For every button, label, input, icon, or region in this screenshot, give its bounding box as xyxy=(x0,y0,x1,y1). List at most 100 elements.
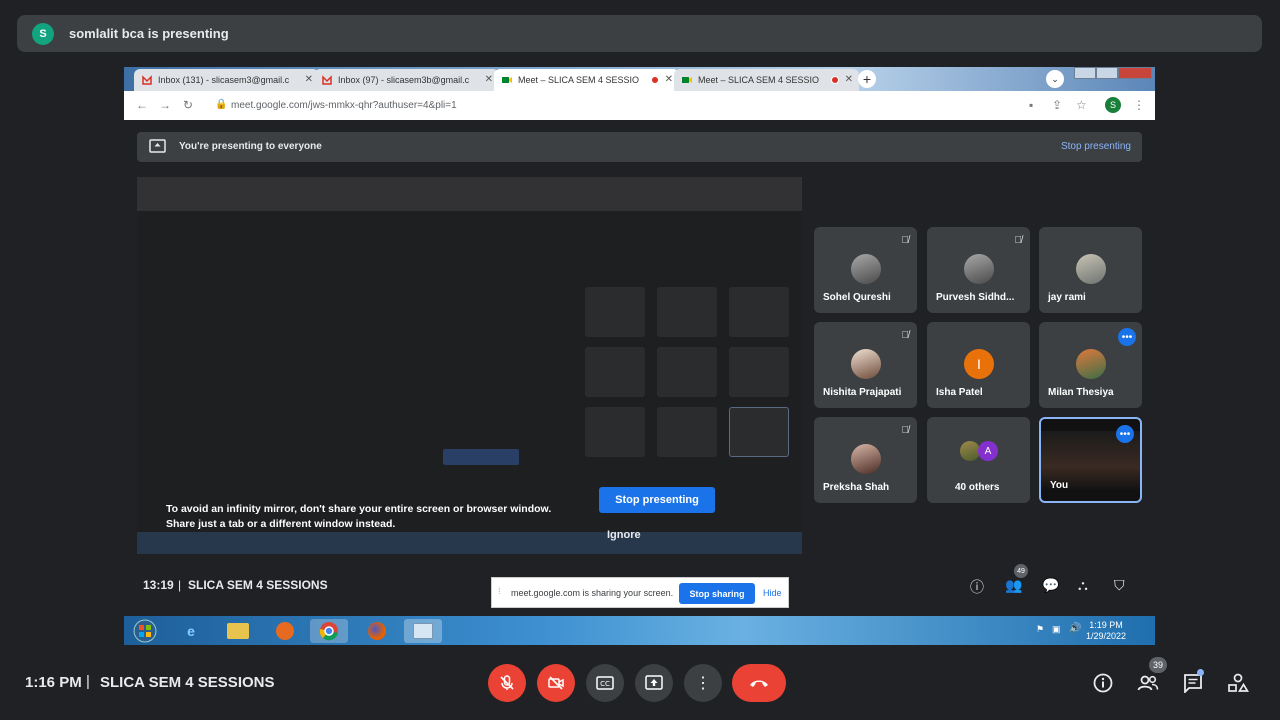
chat-icon[interactable]: 💬 xyxy=(1042,577,1059,594)
url-field[interactable]: meet.google.com/jws-mmkx-qhr?authuser=4&… xyxy=(231,100,457,111)
close-icon[interactable]: ✕ xyxy=(845,74,853,85)
participant-name: Preksha Shah xyxy=(823,482,890,493)
leave-call-button[interactable] xyxy=(732,664,786,702)
tab-search-icon[interactable]: ⌄ xyxy=(1046,70,1064,88)
meeting-details-button[interactable] xyxy=(1091,671,1115,695)
browser-tab[interactable]: Meet – SLICA SEM 4 SESSIO ✕ xyxy=(674,69,859,91)
start-button-icon[interactable] xyxy=(126,619,164,643)
more-vert-icon[interactable]: ⋮ xyxy=(1133,98,1145,112)
participant-name: jay rami xyxy=(1048,292,1086,303)
separator: | xyxy=(178,578,182,592)
bookmark-star-icon[interactable]: ☆ xyxy=(1076,98,1087,112)
close-icon[interactable]: ✕ xyxy=(305,74,313,85)
mirror-taskbar xyxy=(137,532,802,554)
present-now-button[interactable] xyxy=(635,664,673,702)
mirror-tile xyxy=(657,347,717,397)
tray-volume-icon[interactable]: 🔊 xyxy=(1069,623,1081,634)
reload-icon[interactable]: ↻ xyxy=(183,98,193,112)
mic-off-icon: 🎙̸ xyxy=(901,235,910,246)
presenter-avatar: S xyxy=(32,22,54,45)
tab-label: Meet – SLICA SEM 4 SESSIO xyxy=(518,75,640,85)
hang-up-icon xyxy=(750,680,768,687)
screen-share-notification: ⁞ meet.google.com is sharing your screen… xyxy=(491,577,789,608)
profile-avatar[interactable]: S xyxy=(1105,97,1121,113)
mirror-tile xyxy=(585,407,645,457)
gmail-icon xyxy=(142,75,152,85)
more-vert-icon: ⋮ xyxy=(695,675,711,692)
more-options-icon[interactable]: ••• xyxy=(1116,425,1134,443)
meeting-name: SLICA SEM 4 SESSIONS xyxy=(100,674,275,691)
close-icon[interactable]: ✕ xyxy=(485,74,493,85)
browser-tab-active[interactable]: Meet – SLICA SEM 4 SESSIO ✕ xyxy=(494,69,679,91)
participant-tile[interactable]: jay rami xyxy=(1039,227,1142,313)
share-notification-text: meet.google.com is sharing your screen. xyxy=(511,588,674,598)
file-explorer-icon[interactable] xyxy=(219,619,257,643)
close-icon[interactable]: ✕ xyxy=(665,74,673,85)
tray-network-icon[interactable]: ▣ xyxy=(1052,624,1061,635)
mirror-browser xyxy=(137,177,802,211)
participant-name: You xyxy=(1050,480,1069,491)
show-everyone-button[interactable] xyxy=(1136,671,1160,695)
mirror-tile xyxy=(657,407,717,457)
tray-flag-icon[interactable]: ⚑ xyxy=(1036,624,1044,635)
browser-tab[interactable]: Inbox (97) - slicasem3b@gmail.c ✕ xyxy=(314,69,499,91)
stop-presenting-link[interactable]: Stop presenting xyxy=(1061,141,1131,152)
window-close-icon[interactable] xyxy=(1118,67,1152,79)
mic-off-icon: 🎙̸ xyxy=(901,425,910,436)
media-player-icon[interactable] xyxy=(266,619,304,643)
avatar xyxy=(964,254,994,284)
app-window-icon[interactable] xyxy=(404,619,442,643)
share-icon[interactable]: ⇪ xyxy=(1052,98,1062,112)
forward-icon[interactable]: → xyxy=(159,98,171,112)
presenting-banner: You're presenting to everyone Stop prese… xyxy=(137,132,1142,162)
camera-icon[interactable]: ▪ xyxy=(1029,98,1033,112)
camera-off-icon xyxy=(548,676,564,690)
stop-presenting-button[interactable]: Stop presenting xyxy=(599,487,715,513)
ignore-button[interactable]: Ignore xyxy=(607,529,641,541)
captions-button[interactable]: CC xyxy=(586,664,624,702)
meet-icon xyxy=(682,77,692,83)
activities-icon xyxy=(1228,673,1249,692)
others-tile[interactable]: A 40 others xyxy=(927,417,1030,503)
self-tile[interactable]: ••• You xyxy=(1039,417,1142,503)
activities-button[interactable] xyxy=(1226,671,1250,695)
recording-icon xyxy=(831,76,839,84)
firefox-icon[interactable] xyxy=(358,619,396,643)
shared-screen: Inbox (131) - slicasem3@gmail.c ✕ Inbox … xyxy=(124,67,1155,645)
avatar xyxy=(1076,254,1106,284)
mic-off-button[interactable] xyxy=(488,664,526,702)
minimize-icon[interactable] xyxy=(1074,67,1096,79)
participant-tile[interactable]: ••• Milan Thesiya xyxy=(1039,322,1142,408)
people-icon[interactable]: 👥 xyxy=(1005,577,1022,594)
infinity-mirror-warning: To avoid an infinity mirror, don't share… xyxy=(166,502,586,532)
mirror-tile xyxy=(585,287,645,337)
stop-sharing-button[interactable]: Stop sharing xyxy=(679,583,755,604)
internet-explorer-icon[interactable]: e xyxy=(172,619,210,643)
chrome-icon[interactable] xyxy=(310,619,348,643)
separator: | xyxy=(86,673,90,690)
participant-tile[interactable]: 🎙̸ Preksha Shah xyxy=(814,417,917,503)
host-controls-icon[interactable]: ⛉ xyxy=(1114,577,1125,594)
tab-label: Inbox (131) - slicasem3@gmail.c xyxy=(158,75,290,85)
activities-icon[interactable]: ⛬ xyxy=(1078,577,1088,594)
hide-link[interactable]: Hide xyxy=(763,588,782,598)
info-icon[interactable]: ⓘ xyxy=(970,577,984,597)
inner-meeting-time: 13:19 xyxy=(143,578,174,592)
taskbar-clock[interactable]: 1:19 PM 1/29/2022 xyxy=(1086,620,1126,642)
mirror-button xyxy=(443,449,519,465)
back-icon[interactable]: ← xyxy=(136,98,148,112)
more-options-button[interactable]: ⋮ xyxy=(684,664,722,702)
participant-tile[interactable]: I Isha Patel xyxy=(927,322,1030,408)
participant-tile[interactable]: 🎙̸ Nishita Prajapati xyxy=(814,322,917,408)
browser-tab[interactable]: Inbox (131) - slicasem3@gmail.c ✕ xyxy=(134,69,319,91)
camera-off-button[interactable] xyxy=(537,664,575,702)
drag-handle-icon[interactable]: ⁞ xyxy=(498,586,501,596)
maximize-icon[interactable] xyxy=(1096,67,1118,79)
new-tab-button[interactable]: + xyxy=(858,70,876,88)
meeting-time: 1:16 PM xyxy=(25,674,82,691)
participant-tile[interactable]: 🎙̸ Sohel Qureshi xyxy=(814,227,917,313)
mirror-tile xyxy=(657,287,717,337)
avatar xyxy=(851,444,881,474)
taskbar-time: 1:19 PM xyxy=(1089,620,1123,630)
participant-tile[interactable]: 🎙̸ Purvesh Sidhd... xyxy=(927,227,1030,313)
